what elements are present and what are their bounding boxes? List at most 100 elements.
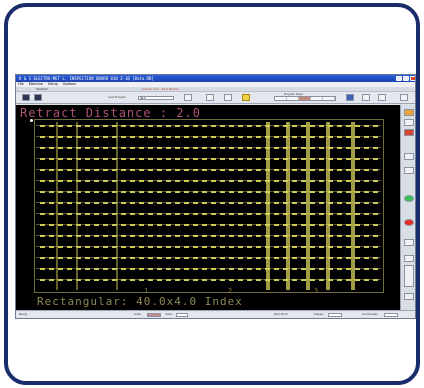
grid-point xyxy=(157,245,162,248)
grid-point xyxy=(85,146,90,149)
grid-point xyxy=(85,190,90,193)
grid-point xyxy=(364,124,369,127)
grid-point xyxy=(211,223,216,226)
grid-point xyxy=(94,234,99,237)
grid-point xyxy=(166,256,171,259)
grid-point xyxy=(130,256,135,259)
grid-point xyxy=(67,245,72,248)
grid-point xyxy=(364,256,369,259)
save-icon[interactable] xyxy=(346,94,354,101)
grid-point xyxy=(373,245,378,248)
grid-point xyxy=(355,168,360,171)
grid-point xyxy=(319,234,324,237)
index-field[interactable] xyxy=(176,313,188,317)
search-icon[interactable] xyxy=(362,94,370,101)
grid-point xyxy=(364,157,369,160)
grid-point xyxy=(130,157,135,160)
grid-point xyxy=(184,135,189,138)
edit-icon[interactable] xyxy=(404,109,414,116)
stop-button[interactable] xyxy=(404,219,414,226)
grid-point xyxy=(148,179,153,182)
grid-point xyxy=(211,190,216,193)
grid-point xyxy=(373,146,378,149)
grid-icon[interactable] xyxy=(206,94,214,101)
grid-point xyxy=(103,212,108,215)
grid-point xyxy=(157,223,162,226)
grid-point xyxy=(238,234,243,237)
status-label-start: Start Point xyxy=(274,313,288,316)
grid-point xyxy=(184,212,189,215)
grid-point xyxy=(148,168,153,171)
inspection-canvas[interactable]: Retract Distance : 2.0 1 2 3 Rectangular… xyxy=(16,105,400,310)
grid-point xyxy=(211,212,216,215)
grid-column xyxy=(56,122,58,290)
grid-point xyxy=(238,168,243,171)
pan-icon[interactable] xyxy=(404,255,414,262)
close-button[interactable] xyxy=(410,76,415,81)
coords-field[interactable] xyxy=(384,313,398,317)
pointer-icon[interactable] xyxy=(184,94,192,101)
scale-field[interactable] xyxy=(147,313,161,317)
grid-point xyxy=(148,201,153,204)
grid-point xyxy=(94,256,99,259)
grid-point xyxy=(337,223,342,226)
grid-point xyxy=(292,212,297,215)
start-button[interactable] xyxy=(404,195,414,202)
grid-point xyxy=(148,135,153,138)
grid-point xyxy=(40,168,45,171)
grid-point xyxy=(94,201,99,204)
grid-point xyxy=(94,223,99,226)
grid-point xyxy=(139,168,144,171)
minimize-button[interactable] xyxy=(396,76,402,81)
grid-point xyxy=(292,278,297,281)
grid-point xyxy=(121,201,126,204)
grid-point xyxy=(229,201,234,204)
layer-icon[interactable] xyxy=(404,167,414,174)
grid-point xyxy=(202,256,207,259)
load-field[interactable]: 40.0 xyxy=(138,96,174,100)
grid-point xyxy=(193,223,198,226)
grid-point xyxy=(67,212,72,215)
grid-point xyxy=(256,278,261,281)
grid-point xyxy=(274,212,279,215)
grid-point xyxy=(220,201,225,204)
step-field-icon[interactable] xyxy=(404,239,414,246)
grid-point xyxy=(364,190,369,193)
exit-icon[interactable] xyxy=(400,94,408,101)
delete-icon[interactable] xyxy=(404,129,414,136)
grid-point xyxy=(310,245,315,248)
grid-point xyxy=(256,223,261,226)
grid-point xyxy=(175,135,180,138)
grid-point xyxy=(238,201,243,204)
grid-point xyxy=(103,190,108,193)
scroll-slider-icon[interactable] xyxy=(404,265,414,287)
display-field[interactable] xyxy=(328,313,342,317)
highlight-icon[interactable] xyxy=(242,94,250,101)
grid-point xyxy=(121,256,126,259)
grid-point xyxy=(337,212,342,215)
maximize-button[interactable] xyxy=(403,76,409,81)
grid-point xyxy=(292,179,297,182)
grid-column xyxy=(286,122,290,290)
print-icon[interactable] xyxy=(378,94,386,101)
grid-point xyxy=(94,278,99,281)
grid-point xyxy=(139,256,144,259)
grid-point xyxy=(355,245,360,248)
grid-point xyxy=(148,146,153,149)
zoom-field-icon[interactable] xyxy=(404,153,414,160)
monitor-icon[interactable] xyxy=(34,94,42,101)
fit-icon[interactable] xyxy=(404,293,414,300)
grid-point xyxy=(157,212,162,215)
grid-point xyxy=(94,212,99,215)
grid-point xyxy=(355,157,360,160)
camera-icon[interactable] xyxy=(22,94,30,101)
layout-icon[interactable] xyxy=(224,94,232,101)
grid-point xyxy=(220,212,225,215)
pencil-icon[interactable] xyxy=(404,119,414,126)
grid-point xyxy=(175,234,180,237)
grid-point xyxy=(256,267,261,270)
grid-point xyxy=(175,157,180,160)
grid-point xyxy=(373,212,378,215)
grid-point xyxy=(337,179,342,182)
grid-point xyxy=(319,190,324,193)
